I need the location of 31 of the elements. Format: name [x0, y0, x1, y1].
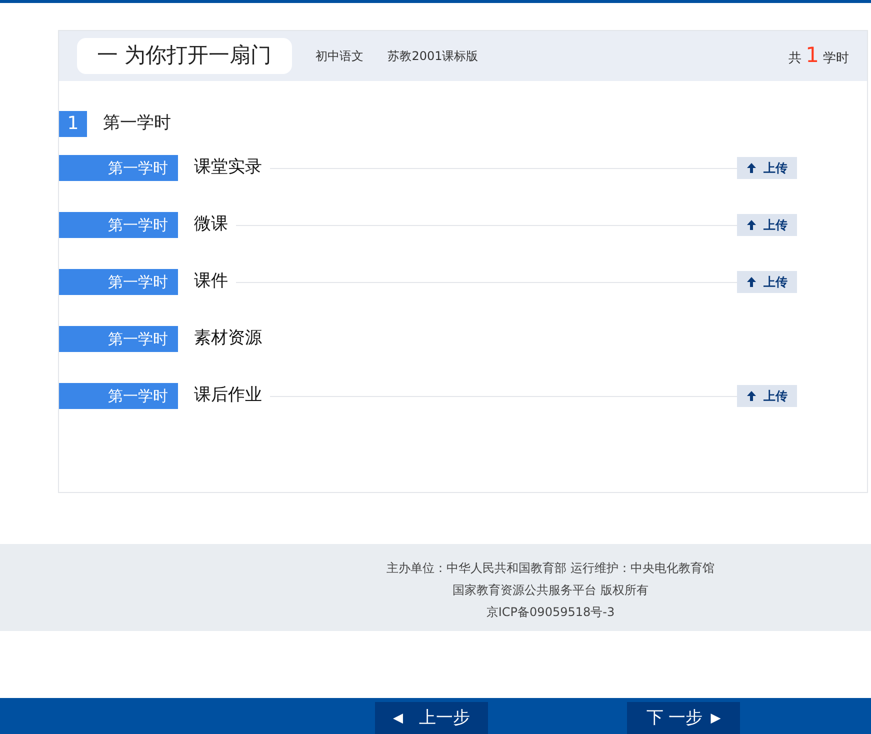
resource-name[interactable]: 课件: [194, 269, 228, 295]
upload-button[interactable]: 上传: [737, 271, 797, 293]
edition-label: 苏教2001课标版: [388, 48, 478, 65]
footer-text: 国家教育资源公共服务平台 版权所有: [452, 582, 650, 599]
subject-label: 初中语文: [316, 48, 364, 65]
upload-button[interactable]: 上传: [737, 157, 797, 179]
up-arrow-icon: [746, 220, 756, 230]
total-prefix: 共: [788, 50, 802, 68]
resource-name[interactable]: 课后作业: [194, 383, 262, 409]
lesson-number: 1: [59, 111, 87, 137]
lesson-tag: 第一学时: [59, 155, 178, 181]
next-step-button[interactable]: 下 一步 ▶: [627, 702, 740, 734]
total-suffix: 学时: [823, 50, 849, 68]
resource-name[interactable]: 课堂实录: [194, 155, 262, 181]
lesson-title: 第一学时: [103, 112, 171, 136]
upload-button[interactable]: 上传: [737, 214, 797, 236]
up-arrow-icon: [746, 277, 756, 287]
up-arrow-icon: [746, 391, 756, 401]
total-count: 1: [806, 42, 819, 70]
footer-text: 京ICP备09059518号-3: [485, 604, 616, 621]
upload-button[interactable]: 上传: [737, 385, 797, 407]
up-arrow-icon: [746, 163, 756, 173]
course-title: 一 为你打开一扇门: [77, 38, 292, 74]
lesson-tag: 第一学时: [59, 383, 178, 409]
footer-text: 主办单位：中华人民共和国教育部 运行维护：中央电化教育馆: [386, 560, 716, 577]
lesson-tag: 第一学时: [59, 269, 178, 295]
previous-step-button[interactable]: ◀ 上一步: [375, 702, 488, 734]
lesson-tag: 第一学时: [59, 212, 178, 238]
resource-name[interactable]: 微课: [194, 212, 228, 238]
resource-name[interactable]: 素材资源: [194, 326, 262, 352]
lesson-tag: 第一学时: [59, 326, 178, 352]
